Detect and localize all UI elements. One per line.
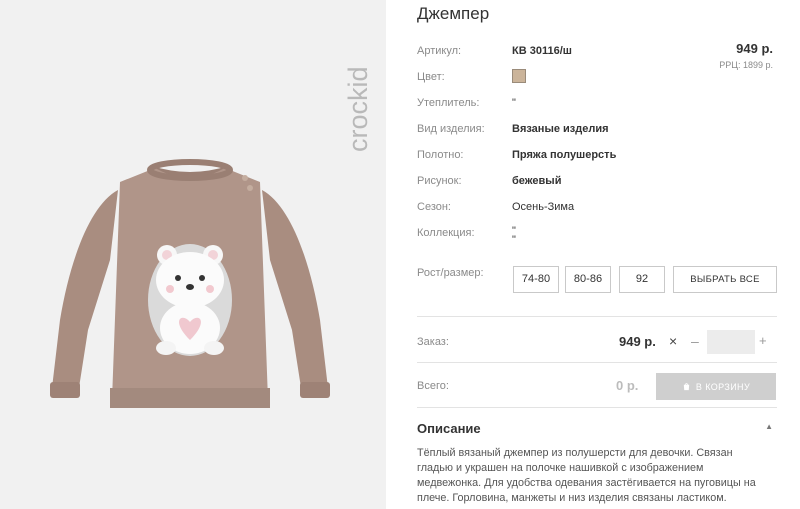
- attr-row-color: Цвет:: [417, 69, 777, 87]
- attr-label-article: Артикул:: [417, 45, 462, 57]
- attr-row-insulation: Утеплитель: ": [417, 95, 777, 113]
- description-title[interactable]: Описание: [417, 421, 481, 436]
- attr-row-collection: Коллекция: " ": [417, 225, 777, 249]
- attr-row-product-type: Вид изделия: Вязаные изделия: [417, 121, 777, 139]
- description-text: Тёплый вязаный джемпер из полушерсти для…: [417, 447, 756, 504]
- product-info-panel: Джемпер 949 р. РРЦ: 1899 р. Артикул: КВ …: [417, 0, 777, 509]
- attr-value-pattern: бежевый: [512, 175, 562, 187]
- add-to-cart-button[interactable]: В КОРЗИНУ: [656, 373, 776, 400]
- quantity-decrement-button[interactable]: –: [691, 333, 699, 349]
- attr-row-article: Артикул: КВ 30116/ш: [417, 43, 777, 61]
- brand-logo: crockid: [343, 66, 373, 152]
- attr-label-product-type: Вид изделия:: [417, 123, 485, 135]
- attr-label-collection: Коллекция:: [417, 227, 475, 239]
- attr-value-insulation: ": [512, 97, 516, 109]
- size-option-92[interactable]: 92: [619, 266, 665, 293]
- jumper-photo: [50, 159, 330, 408]
- attr-value-fabric: Пряжа полушерсть: [512, 149, 617, 161]
- divider: [417, 407, 777, 408]
- divider: [417, 362, 777, 363]
- product-image-panel[interactable]: crockid: [0, 0, 386, 509]
- divider: [417, 316, 777, 317]
- attr-row-season: Сезон: Осень-Зима: [417, 199, 777, 217]
- quantity-increment-button[interactable]: +: [759, 333, 767, 348]
- collapse-up-icon[interactable]: ▲: [765, 422, 773, 431]
- times-icon: ×: [669, 333, 678, 349]
- size-option-74-80[interactable]: 74-80: [513, 266, 559, 293]
- attr-label-color: Цвет:: [417, 71, 445, 83]
- cart-icon: [683, 383, 690, 391]
- attr-label-insulation: Утеплитель:: [417, 97, 480, 109]
- attr-value-season: Осень-Зима: [512, 201, 575, 213]
- size-label: Рост/размер:: [417, 267, 484, 279]
- color-swatch[interactable]: [512, 69, 526, 83]
- attr-row-pattern: Рисунок: бежевый: [417, 173, 777, 191]
- order-label: Заказ:: [417, 336, 449, 348]
- attr-label-pattern: Рисунок:: [417, 175, 462, 187]
- attr-value-product-type: Вязаные изделия: [512, 123, 609, 135]
- size-option-80-86[interactable]: 80-86: [565, 266, 611, 293]
- order-price: 949 р.: [619, 334, 656, 349]
- brand-logo-text: crockid: [343, 66, 373, 152]
- attr-value-collection-2: ": [512, 234, 516, 246]
- product-title: Джемпер: [417, 4, 490, 23]
- select-all-sizes-button[interactable]: ВЫБРАТЬ ВСЕ: [673, 266, 777, 293]
- quantity-input[interactable]: [707, 330, 755, 354]
- attr-value-article: КВ 30116/ш: [512, 45, 572, 57]
- attr-label-fabric: Полотно:: [417, 149, 464, 161]
- total-value: 0 р.: [616, 378, 639, 393]
- attr-label-season: Сезон:: [417, 201, 451, 213]
- attr-row-fabric: Полотно: Пряжа полушерсть: [417, 147, 777, 165]
- add-to-cart-label: В КОРЗИНУ: [695, 381, 751, 392]
- total-label: Всего:: [417, 380, 449, 392]
